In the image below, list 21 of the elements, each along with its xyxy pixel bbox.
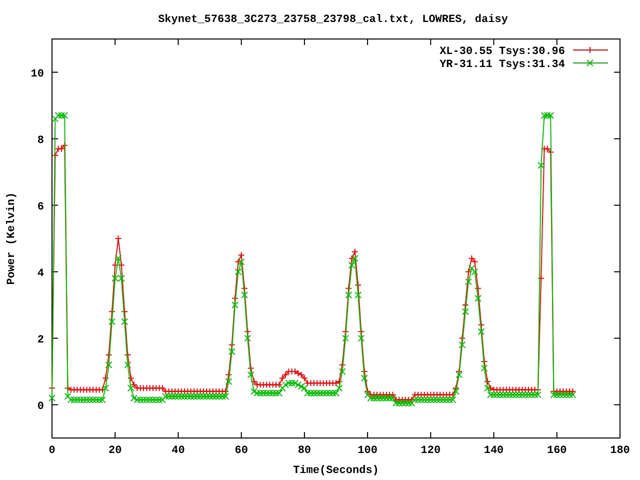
x-tick-label: 0 — [48, 445, 56, 457]
y-tick-label: 0 — [37, 400, 44, 413]
x-tick-label: 160 — [546, 445, 567, 457]
x-tick-label: 20 — [108, 445, 122, 457]
legend-label: XL-30.55 Tsys:30.96 — [440, 46, 565, 58]
x-tick-label: 40 — [172, 445, 185, 457]
y-tick-label: 8 — [37, 134, 44, 147]
x-tick-label: 180 — [610, 445, 630, 457]
x-tick-label: 120 — [420, 445, 441, 457]
x-tick-label: 60 — [234, 445, 248, 457]
chart-title: Skynet_57638_3C273_23758_23798_cal.txt, LOWRES, daisy — [158, 14, 508, 26]
x-tick-label: 80 — [298, 445, 312, 457]
x-tick-label: 100 — [358, 445, 378, 457]
x-axis-label: Time(Seconds) — [293, 465, 379, 477]
y-tick-label: 4 — [37, 268, 44, 280]
y-axis-label: Power (Kelvin) — [6, 192, 18, 285]
y-tick-label: 10 — [30, 68, 44, 80]
y-tick-label: 6 — [37, 201, 44, 214]
legend-label: YR-31.11 Tsys:31.34 — [440, 59, 565, 71]
y-tick-label: 2 — [37, 334, 44, 346]
x-tick-label: 140 — [484, 445, 504, 457]
